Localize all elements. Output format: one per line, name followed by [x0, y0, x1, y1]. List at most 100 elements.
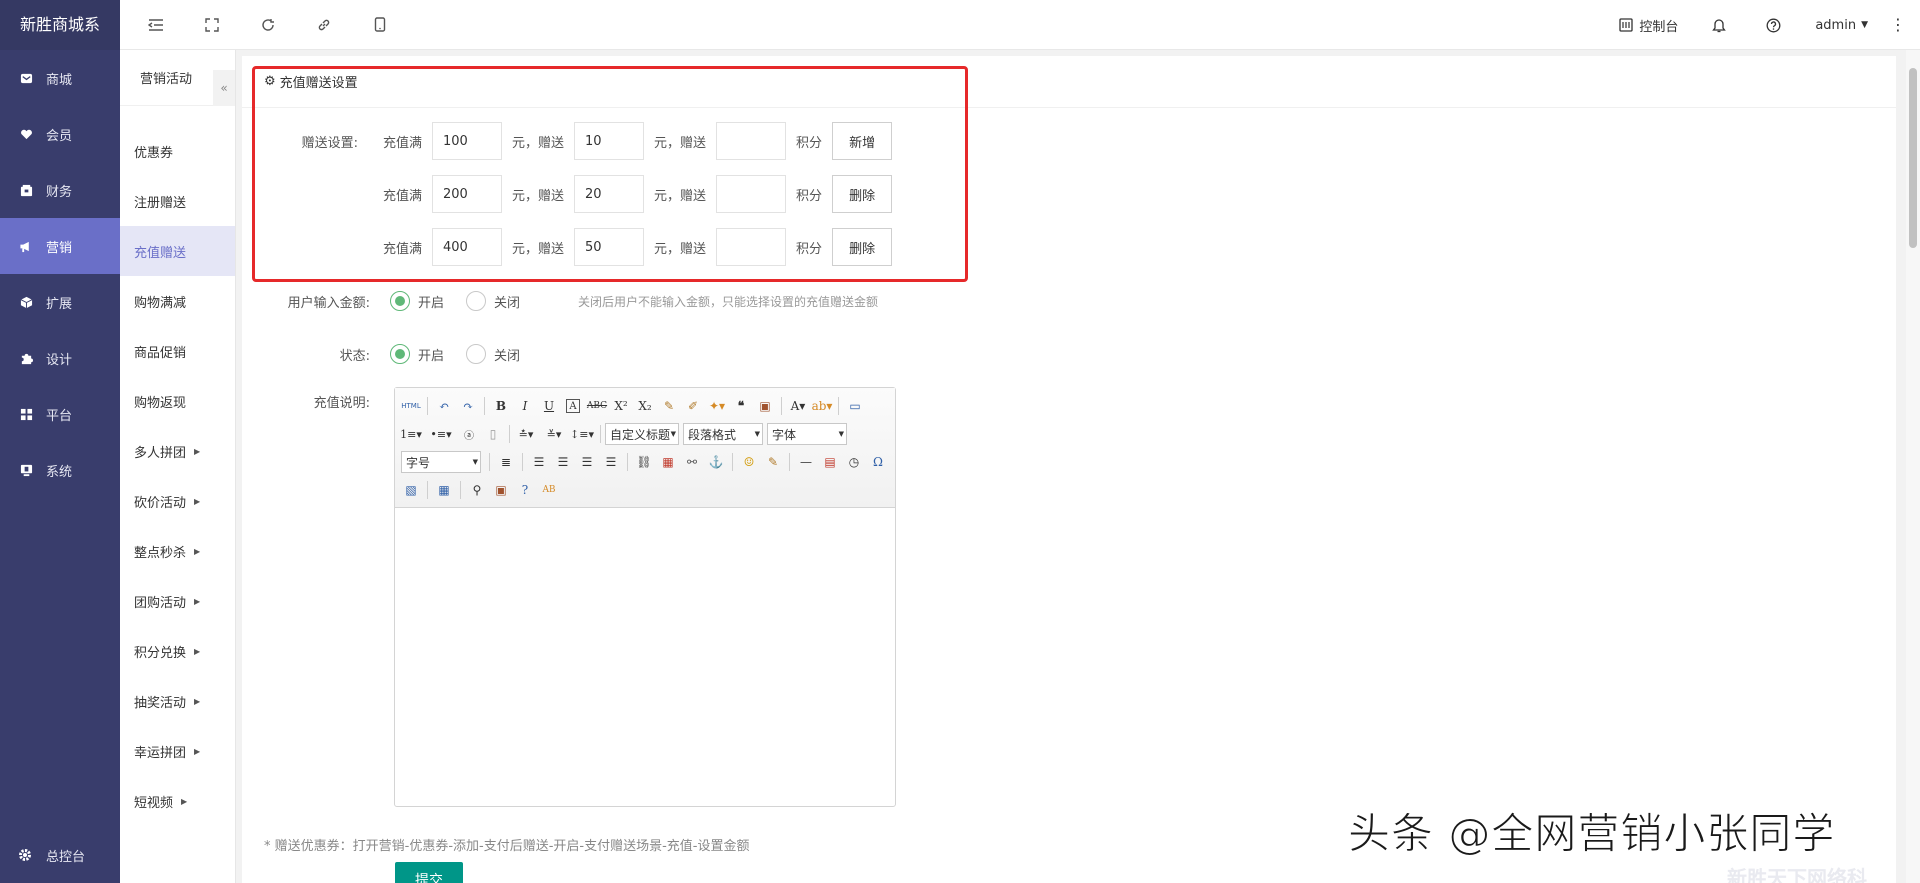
paste-plain-icon[interactable]: ▣: [753, 394, 777, 418]
user-input-on-radio[interactable]: [390, 291, 410, 311]
notification-button[interactable]: [1692, 0, 1746, 50]
row-spacing-top-icon[interactable]: ≛▾: [514, 422, 538, 446]
help-button[interactable]: [1746, 0, 1801, 50]
clear-doc-icon[interactable]: ▯: [481, 422, 505, 446]
gift-amount-input[interactable]: [574, 175, 645, 213]
unlink-icon[interactable]: ⚯: [680, 450, 704, 474]
align-left-icon[interactable]: ☰: [527, 450, 551, 474]
more-menu-button[interactable]: ⋮: [1882, 0, 1920, 50]
subnav-item-group-buy[interactable]: 团购活动 ▶: [120, 576, 235, 626]
custom-title-select[interactable]: 自定义标题 ▼: [605, 423, 679, 445]
sidebar-item-member[interactable]: 会员: [0, 106, 120, 162]
subnav-item-cashback[interactable]: 购物返现: [120, 376, 235, 426]
scrawl-icon[interactable]: ✎: [761, 450, 785, 474]
add-row-button[interactable]: 新增: [832, 122, 893, 160]
subnav-item-lottery[interactable]: 抽奖活动 ▶: [120, 676, 235, 726]
refresh-icon[interactable]: [240, 0, 296, 50]
emoji-icon[interactable]: ☺: [737, 450, 761, 474]
gift-amount-input[interactable]: [574, 228, 645, 266]
scrollbar-thumb[interactable]: [1909, 68, 1917, 248]
console-link[interactable]: 控制台: [1605, 0, 1692, 50]
undo-icon[interactable]: ↶: [432, 394, 456, 418]
status-off-radio[interactable]: [466, 344, 487, 364]
eraser-icon[interactable]: ✎: [657, 394, 681, 418]
font-size-select[interactable]: 字号 ▼: [401, 451, 481, 473]
subnav-item-lucky-group[interactable]: 幸运拼团 ▶: [120, 726, 235, 776]
delete-row-button[interactable]: 删除: [832, 175, 893, 213]
fullscreen-icon[interactable]: [184, 0, 240, 50]
recharge-amount-input[interactable]: [432, 122, 503, 160]
user-input-off-radio[interactable]: [466, 291, 487, 311]
sidebar-item-design[interactable]: 设计: [0, 330, 120, 386]
gift-points-input[interactable]: [716, 175, 787, 213]
unordered-list-icon[interactable]: •≡▾: [429, 422, 453, 446]
sidebar-item-extension[interactable]: 扩展: [0, 274, 120, 330]
user-menu[interactable]: admin ▼: [1801, 0, 1882, 50]
gift-amount-input[interactable]: [574, 122, 645, 160]
strikethrough-icon[interactable]: ABC: [585, 394, 609, 418]
preview-icon[interactable]: ▭: [843, 394, 867, 418]
subnav-item-full-reduction[interactable]: 购物满减: [120, 276, 235, 326]
sidebar-item-platform[interactable]: 平台: [0, 386, 120, 442]
underline-icon[interactable]: U: [537, 394, 561, 418]
font-family-select[interactable]: 字体 ▼: [767, 423, 847, 445]
table-icon[interactable]: ▦: [432, 478, 456, 502]
paragraph-format-select[interactable]: 段落格式 ▼: [683, 423, 763, 445]
recharge-amount-input[interactable]: [432, 175, 503, 213]
anchor-icon[interactable]: ⚓: [704, 450, 728, 474]
align-justify-icon[interactable]: ☰: [599, 450, 623, 474]
menu-toggle-icon[interactable]: [128, 0, 184, 50]
html-source-icon[interactable]: HTML: [399, 394, 423, 418]
subnav-item-flash-sale[interactable]: 整点秒杀 ▶: [120, 526, 235, 576]
row-spacing-bottom-icon[interactable]: ≚▾: [542, 422, 566, 446]
gift-points-input[interactable]: [716, 228, 787, 266]
blockquote-icon[interactable]: ❝: [729, 394, 753, 418]
status-on-radio[interactable]: [390, 344, 410, 364]
redo-icon[interactable]: ↷: [456, 394, 480, 418]
editor-body[interactable]: [395, 508, 895, 806]
superscript-icon[interactable]: X²: [609, 394, 633, 418]
font-color-icon[interactable]: A▾: [786, 394, 810, 418]
template-icon[interactable]: ▣: [489, 478, 513, 502]
background-color-icon[interactable]: ab▾: [810, 394, 834, 418]
text-indent-icon[interactable]: ⓐ: [457, 422, 481, 446]
sidebar-item-finance[interactable]: 财务: [0, 162, 120, 218]
subnav-item-points-exchange[interactable]: 积分兑换 ▶: [120, 626, 235, 676]
brand-logo[interactable]: 新胜商城系: [0, 0, 120, 50]
subnav-item-coupon[interactable]: 优惠券: [120, 126, 235, 176]
special-char-icon[interactable]: Ω: [866, 450, 890, 474]
subnav-item-group-buy-multi[interactable]: 多人拼团 ▶: [120, 426, 235, 476]
help-icon[interactable]: ?: [513, 478, 537, 502]
sidebar-item-system[interactable]: 系统: [0, 442, 120, 498]
subnav-item-recharge-gift[interactable]: 充值赠送: [120, 226, 235, 276]
sidebar-item-mall[interactable]: 商城: [0, 50, 120, 106]
search-replace-icon[interactable]: ⚲: [465, 478, 489, 502]
mobile-icon[interactable]: [352, 0, 408, 50]
spellcheck-icon[interactable]: AB: [537, 478, 561, 502]
format-brush-icon[interactable]: ✐: [681, 394, 705, 418]
horizontal-rule-icon[interactable]: —: [794, 450, 818, 474]
subnav-item-short-video[interactable]: 短视频 ▶: [120, 776, 235, 826]
date-icon[interactable]: ▤: [818, 450, 842, 474]
link-icon[interactable]: ⛓: [632, 450, 656, 474]
time-icon[interactable]: ◷: [842, 450, 866, 474]
sidebar-item-marketing[interactable]: 营销: [0, 218, 120, 274]
subnav-item-bargain[interactable]: 砍价活动 ▶: [120, 476, 235, 526]
image-icon[interactable]: ▦: [656, 450, 680, 474]
insert-frame-icon[interactable]: ▧: [399, 478, 423, 502]
submit-button[interactable]: 提交: [395, 862, 463, 883]
collapse-button[interactable]: «: [213, 70, 235, 106]
subnav-item-promotion[interactable]: 商品促销: [120, 326, 235, 376]
sidebar-item-dashboard[interactable]: 总控台: [0, 827, 120, 883]
link-icon[interactable]: [296, 0, 352, 50]
align-center-icon[interactable]: ☰: [551, 450, 575, 474]
align-right-icon[interactable]: ☰: [575, 450, 599, 474]
subscript-icon[interactable]: X₂: [633, 394, 657, 418]
ordered-list-icon[interactable]: 1≡▾: [399, 422, 423, 446]
bold-icon[interactable]: B: [489, 394, 513, 418]
line-height-icon[interactable]: ↕≡▾: [570, 422, 594, 446]
subnav-item-register-gift[interactable]: 注册赠送: [120, 176, 235, 226]
auto-format-icon[interactable]: ✦▾: [705, 394, 729, 418]
italic-icon[interactable]: I: [513, 394, 537, 418]
font-border-icon[interactable]: A: [566, 399, 580, 413]
